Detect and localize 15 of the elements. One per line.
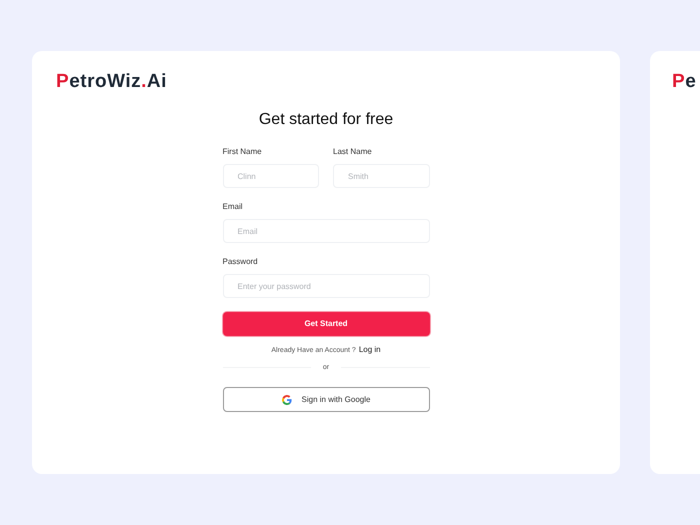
- input-field[interactable]: Clinn: [222, 164, 319, 188]
- google-icon: [282, 394, 292, 404]
- input-field[interactable]: Email: [222, 219, 430, 243]
- input-field[interactable]: Enter your password: [222, 274, 430, 298]
- get-started-button[interactable]: Get Started: [222, 312, 430, 336]
- google-sign-in-button[interactable]: Sign in with Google: [222, 387, 430, 412]
- input-field[interactable]: Smith: [333, 164, 430, 188]
- field-label: Password: [222, 256, 259, 268]
- login-link[interactable]: Log in: [358, 344, 381, 356]
- logo-wordmark: PetroWiz.Ai: [56, 72, 168, 91]
- field-label: Last Name: [333, 146, 373, 158]
- form-title: Get started for free: [258, 110, 394, 130]
- field-label: Email: [222, 201, 244, 213]
- field-label: First Name: [222, 146, 263, 158]
- logo-wordmark: Pe: [672, 72, 698, 91]
